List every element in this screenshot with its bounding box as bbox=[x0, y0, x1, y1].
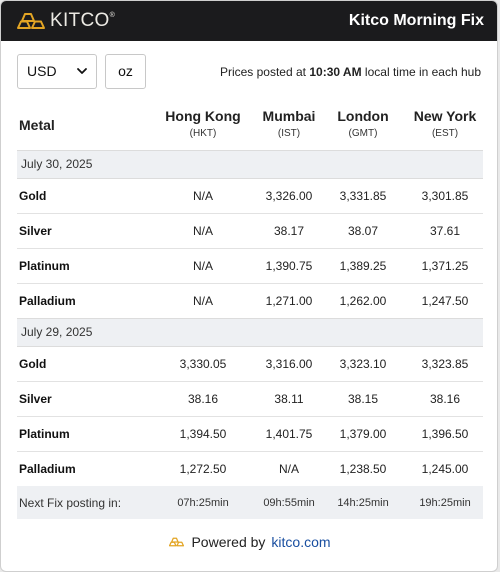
price-cell: 1,247.50 bbox=[421, 293, 469, 308]
next-fix-countdown: 09h:55min bbox=[259, 486, 319, 519]
currency-value: USD bbox=[27, 63, 57, 79]
city-header-new-york: New York (EST) bbox=[413, 108, 477, 140]
powered-by-label: Powered by bbox=[191, 534, 266, 550]
date-group-row: July 30, 2025 bbox=[17, 149, 483, 179]
table-row: Gold N/A 3,326.00 3,331.85 3,301.85 bbox=[17, 178, 483, 214]
price-cell: N/A bbox=[147, 248, 259, 284]
kitco-link[interactable]: kitco.com bbox=[271, 534, 330, 550]
price-time-notice: Prices posted at 10:30 AM local time in … bbox=[219, 65, 481, 79]
table-row: Platinum 1,394.50 1,401.75 1,379.00 1,396.50 bbox=[17, 416, 483, 452]
metal-name: Platinum bbox=[17, 416, 147, 452]
price-cell: 3,331.85 bbox=[319, 178, 407, 214]
price-cell: 1,396.50 bbox=[407, 416, 483, 452]
price-cell: 3,316.00 bbox=[259, 346, 319, 382]
widget-header: KITCO® Kitco Morning Fix bbox=[1, 1, 497, 41]
metal-name: Platinum bbox=[17, 248, 147, 284]
price-cell: 1,394.50 bbox=[147, 416, 259, 452]
price-cell: 1,262.00 bbox=[339, 293, 387, 308]
price-cell: 38.07 bbox=[319, 213, 407, 249]
price-cell: 3,330.05 bbox=[147, 346, 259, 382]
price-cell: 1,245.00 bbox=[421, 461, 469, 476]
price-cell: N/A bbox=[147, 213, 259, 249]
chevron-down-icon bbox=[77, 68, 87, 74]
widget-title: Kitco Morning Fix bbox=[348, 12, 484, 29]
unit-button[interactable]: oz bbox=[105, 53, 146, 89]
price-cell: 1,401.75 bbox=[259, 416, 319, 452]
table-row: Gold 3,330.05 3,316.00 3,323.10 3,323.85 bbox=[17, 346, 483, 382]
metal-name: Gold bbox=[17, 178, 147, 214]
price-cell: 38.17 bbox=[259, 213, 319, 249]
price-cell: 1,371.25 bbox=[407, 248, 483, 284]
metal-name: Palladium bbox=[19, 461, 76, 476]
gold-bars-icon bbox=[169, 537, 185, 547]
price-cell: 1,379.00 bbox=[319, 416, 407, 452]
price-cell: 1,390.75 bbox=[259, 248, 319, 284]
price-cell: 3,323.10 bbox=[319, 346, 407, 382]
metal-column-header: Metal bbox=[19, 116, 55, 133]
metal-name: Palladium bbox=[19, 293, 76, 308]
powered-by-footer: Powered by kitco.com bbox=[1, 534, 497, 550]
price-cell: 37.61 bbox=[407, 213, 483, 249]
price-cell: 3,326.00 bbox=[259, 178, 319, 214]
price-cell: 38.16 bbox=[407, 381, 483, 417]
price-cell: 3,323.85 bbox=[407, 346, 483, 382]
logo-wordmark: KITCO® bbox=[50, 10, 116, 31]
metal-name: Gold bbox=[17, 346, 147, 382]
gold-bars-icon bbox=[17, 13, 45, 29]
price-cell: 1,238.50 bbox=[339, 461, 387, 476]
date-group-row: July 29, 2025 bbox=[17, 317, 483, 347]
fix-date: July 30, 2025 bbox=[17, 149, 483, 179]
price-cell: 38.16 bbox=[147, 381, 259, 417]
price-cell: N/A bbox=[192, 293, 213, 308]
metal-name: Silver bbox=[17, 381, 147, 417]
table-row: Silver 38.16 38.11 38.15 38.16 bbox=[17, 381, 483, 417]
next-fix-countdown: 07h:25min bbox=[147, 486, 259, 519]
table-row: Silver N/A 38.17 38.07 37.61 bbox=[17, 213, 483, 249]
price-cell: 3,301.85 bbox=[407, 178, 483, 214]
table-row: Palladium 1,272.50 N/A 1,238.50 1,245.00 bbox=[17, 451, 483, 486]
city-header-london: London (GMT) bbox=[337, 108, 389, 140]
price-cell: N/A bbox=[278, 461, 299, 476]
price-cell: 1,389.25 bbox=[319, 248, 407, 284]
price-cell: 1,272.50 bbox=[179, 461, 227, 476]
price-cell: N/A bbox=[147, 178, 259, 214]
fix-table: Metal Hong Kong (HKT) Mumbai (IST) Londo… bbox=[17, 98, 483, 519]
price-cell: 38.11 bbox=[259, 381, 319, 417]
notice-time: 10:30 AM bbox=[309, 65, 362, 79]
fix-date: July 29, 2025 bbox=[17, 317, 483, 347]
kitco-logo[interactable]: KITCO® bbox=[17, 10, 115, 32]
table-row: Palladium N/A 1,271.00 1,262.00 1,247.50 bbox=[17, 283, 483, 318]
next-fix-countdown: 14h:25min bbox=[319, 486, 407, 519]
city-header-hong-kong: Hong Kong (HKT) bbox=[165, 108, 241, 140]
table-row: Platinum N/A 1,390.75 1,389.25 1,371.25 bbox=[17, 248, 483, 284]
currency-select[interactable]: USD bbox=[17, 53, 97, 89]
kitco-widget: KITCO® Kitco Morning Fix USD oz Prices p… bbox=[0, 0, 498, 572]
controls-bar: USD oz Prices posted at 10:30 AM local t… bbox=[1, 41, 497, 89]
city-header-mumbai: Mumbai (IST) bbox=[262, 108, 316, 140]
metal-name: Silver bbox=[17, 213, 147, 249]
table-header-row: Metal Hong Kong (HKT) Mumbai (IST) Londo… bbox=[17, 98, 483, 150]
price-cell: 1,271.00 bbox=[265, 293, 313, 308]
next-fix-row: Next Fix posting in: 07h:25min 09h:55min 14… bbox=[17, 486, 483, 519]
next-fix-label: Next Fix posting in: bbox=[17, 486, 147, 519]
next-fix-countdown: 19h:25min bbox=[407, 486, 483, 519]
price-cell: 38.15 bbox=[319, 381, 407, 417]
